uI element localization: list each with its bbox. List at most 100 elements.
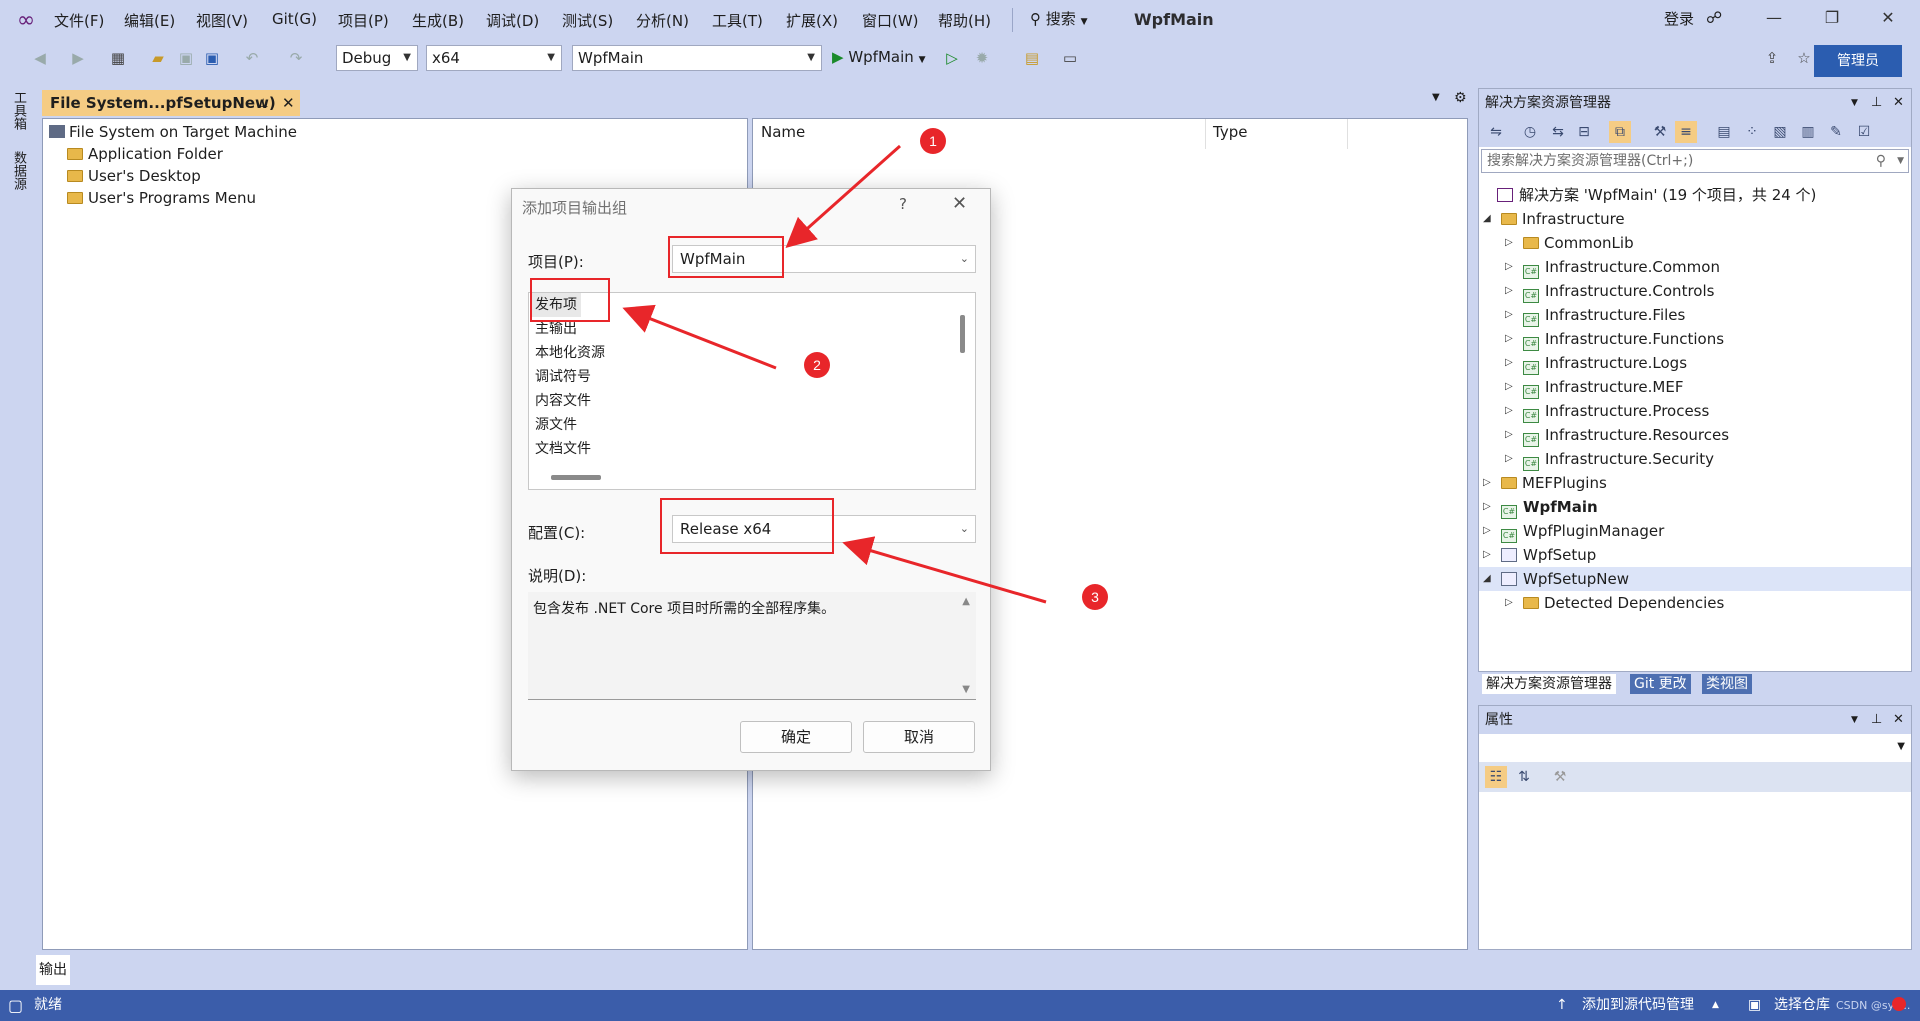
close-icon[interactable]: ✕	[1893, 706, 1904, 734]
solution-tree-item[interactable]: ▷ Detected Dependencies	[1479, 591, 1911, 615]
restore-button[interactable]: ❐	[1812, 8, 1852, 34]
solution-tree-item[interactable]: ▷ CommonLib	[1479, 231, 1911, 255]
menu-tools[interactable]: 工具(T)	[712, 10, 763, 31]
account-settings-icon[interactable]: ☍	[1706, 8, 1722, 27]
expand-arrow-icon[interactable]: ▷	[1505, 327, 1513, 351]
search-button[interactable]: ⚲ 搜索 ▼	[1030, 8, 1088, 29]
menu-help[interactable]: 帮助(H)	[938, 10, 991, 31]
admin-badge[interactable]: 管理员	[1814, 45, 1902, 77]
toolbox-tab[interactable]: 工具箱	[10, 91, 28, 130]
window-layout-icon[interactable]: ▭	[1058, 46, 1082, 70]
expand-arrow-icon[interactable]: ▷	[1483, 495, 1491, 519]
scroll-up-icon[interactable]: ▲	[962, 596, 970, 607]
list-item-source-files[interactable]: 源文件	[535, 413, 577, 437]
feedback-icon[interactable]: ☆	[1792, 46, 1816, 70]
horizontal-scrollbar[interactable]	[551, 475, 601, 480]
save-all-icon[interactable]: ▣	[200, 46, 224, 70]
switch-views-icon[interactable]: ⇋	[1485, 121, 1507, 143]
solution-tree-item[interactable]: ▷ C# Infrastructure.MEF	[1479, 375, 1911, 399]
menu-debug[interactable]: 调试(D)	[486, 10, 539, 31]
help-button[interactable]: ?	[899, 195, 907, 213]
datasource-tab[interactable]: 数据源	[10, 151, 28, 190]
back-icon[interactable]: ◀	[28, 46, 52, 70]
tab-class-view[interactable]: 类视图	[1702, 674, 1752, 694]
solution-root[interactable]: 解决方案 'WpfMain' (19 个项目，共 24 个)	[1479, 183, 1911, 207]
menu-git[interactable]: Git(G)	[272, 10, 317, 28]
list-item-documentation-files[interactable]: 文档文件	[535, 437, 591, 461]
solution-tree-item[interactable]: ▷ C# Infrastructure.Logs	[1479, 351, 1911, 375]
gear-icon[interactable]: ⚙	[1454, 90, 1467, 106]
expand-arrow-icon[interactable]: ▷	[1505, 447, 1513, 471]
pin-icon[interactable]: ⊥	[1871, 89, 1882, 117]
notification-badge[interactable]	[1892, 997, 1906, 1011]
browse-folder-icon[interactable]: ▤	[1020, 46, 1044, 70]
tree-root[interactable]: File System on Target Machine	[49, 121, 297, 143]
solution-tree-item[interactable]: ▷ C# Infrastructure.Functions	[1479, 327, 1911, 351]
open-folder-icon[interactable]: ▰	[146, 46, 170, 70]
pending-changes-icon[interactable]: ◷	[1519, 121, 1541, 143]
solution-tree-item[interactable]: ▷ C# Infrastructure.Process	[1479, 399, 1911, 423]
solution-tree-item[interactable]: ▷ MEFPlugins	[1479, 471, 1911, 495]
list-item-content-files[interactable]: 内容文件	[535, 389, 591, 413]
expand-arrow-icon[interactable]: ▷	[1505, 375, 1513, 399]
launch-conditions-icon[interactable]: ☑	[1853, 121, 1875, 143]
ok-button[interactable]: 确定	[740, 721, 852, 753]
column-divider[interactable]	[1347, 119, 1348, 149]
custom-actions-icon[interactable]: ✎	[1825, 121, 1847, 143]
column-name-header[interactable]: Name	[761, 123, 805, 141]
scroll-down-icon[interactable]: ▼	[962, 684, 970, 695]
forward-icon[interactable]: ▶	[66, 46, 90, 70]
solution-tree-item[interactable]: ▷ C# WpfPluginManager	[1479, 519, 1911, 543]
menu-window[interactable]: 窗口(W)	[862, 10, 919, 31]
menu-project[interactable]: 项目(P)	[338, 10, 389, 31]
tab-list-icon[interactable]: ▼	[1432, 92, 1440, 103]
tab-solution-explorer[interactable]: 解决方案资源管理器	[1482, 674, 1616, 694]
new-project-icon[interactable]: ▦	[106, 46, 130, 70]
configuration-dropdown[interactable]: Debug ▼	[336, 45, 418, 71]
column-type-header[interactable]: Type	[1213, 123, 1247, 141]
start-debugging-button[interactable]: ▶ WpfMain ▼	[832, 48, 925, 66]
close-tab-icon[interactable]: ✕	[282, 90, 295, 116]
minimize-button[interactable]: —	[1754, 8, 1794, 34]
hot-reload-icon[interactable]: ✹	[970, 46, 994, 70]
user-interface-icon[interactable]: ▥	[1797, 121, 1819, 143]
menu-analyze[interactable]: 分析(N)	[636, 10, 689, 31]
solution-tree-item[interactable]: ▷ WpfSetup	[1479, 543, 1911, 567]
properties-wrench-icon[interactable]: ⚒	[1649, 121, 1671, 143]
menu-extensions[interactable]: 扩展(X)	[786, 10, 838, 31]
sort-alphabetical-icon[interactable]: ⇅	[1513, 766, 1535, 788]
panel-menu-icon[interactable]: ▼	[1851, 706, 1858, 734]
redo-icon[interactable]: ↷	[284, 46, 308, 70]
menu-view[interactable]: 视图(V)	[196, 10, 248, 31]
login-link[interactable]: 登录	[1664, 8, 1694, 29]
list-item-debug-symbols[interactable]: 调试符号	[535, 365, 591, 389]
registry-icon[interactable]: ⁘	[1741, 121, 1763, 143]
categorized-icon[interactable]: ☷	[1485, 766, 1507, 788]
expand-arrow-icon[interactable]: ▷	[1505, 351, 1513, 375]
pin-icon[interactable]: ⊥	[1871, 706, 1882, 734]
select-repository-button[interactable]: 选择仓库	[1774, 990, 1830, 1021]
expand-arrow-icon[interactable]: ▷	[1505, 231, 1513, 255]
solution-tree-item[interactable]: ▷ C# Infrastructure.Security	[1479, 447, 1911, 471]
sync-icon[interactable]: ⇆	[1547, 121, 1569, 143]
undo-icon[interactable]: ↶	[240, 46, 264, 70]
menu-edit[interactable]: 编辑(E)	[124, 10, 175, 31]
expand-arrow-icon[interactable]: ▷	[1505, 399, 1513, 423]
solution-tree-item[interactable]: ▷ C# Infrastructure.Files	[1479, 303, 1911, 327]
startup-project-dropdown[interactable]: WpfMain ▼	[572, 45, 822, 71]
solution-tree-item[interactable]: ▷ C# WpfMain	[1479, 495, 1911, 519]
menu-test[interactable]: 测试(S)	[562, 10, 613, 31]
cancel-button[interactable]: 取消	[863, 721, 975, 753]
solution-tree-item[interactable]: ▷ C# Infrastructure.Common	[1479, 255, 1911, 279]
expand-arrow-icon[interactable]: ▷	[1505, 255, 1513, 279]
list-item-localized-resources[interactable]: 本地化资源	[535, 341, 605, 365]
pin-icon[interactable]: ⊥	[258, 90, 268, 116]
menu-file[interactable]: 文件(F)	[54, 10, 104, 31]
panel-menu-icon[interactable]: ▼	[1851, 89, 1858, 117]
preview-icon[interactable]: ≡	[1675, 121, 1697, 143]
close-window-button[interactable]: ✕	[1868, 8, 1908, 34]
tree-item-application-folder[interactable]: Application Folder	[67, 143, 223, 165]
expand-arrow-icon[interactable]: ▷	[1483, 519, 1491, 543]
property-pages-wrench-icon[interactable]: ⚒	[1549, 766, 1571, 788]
collapse-all-icon[interactable]: ⊟	[1573, 121, 1595, 143]
